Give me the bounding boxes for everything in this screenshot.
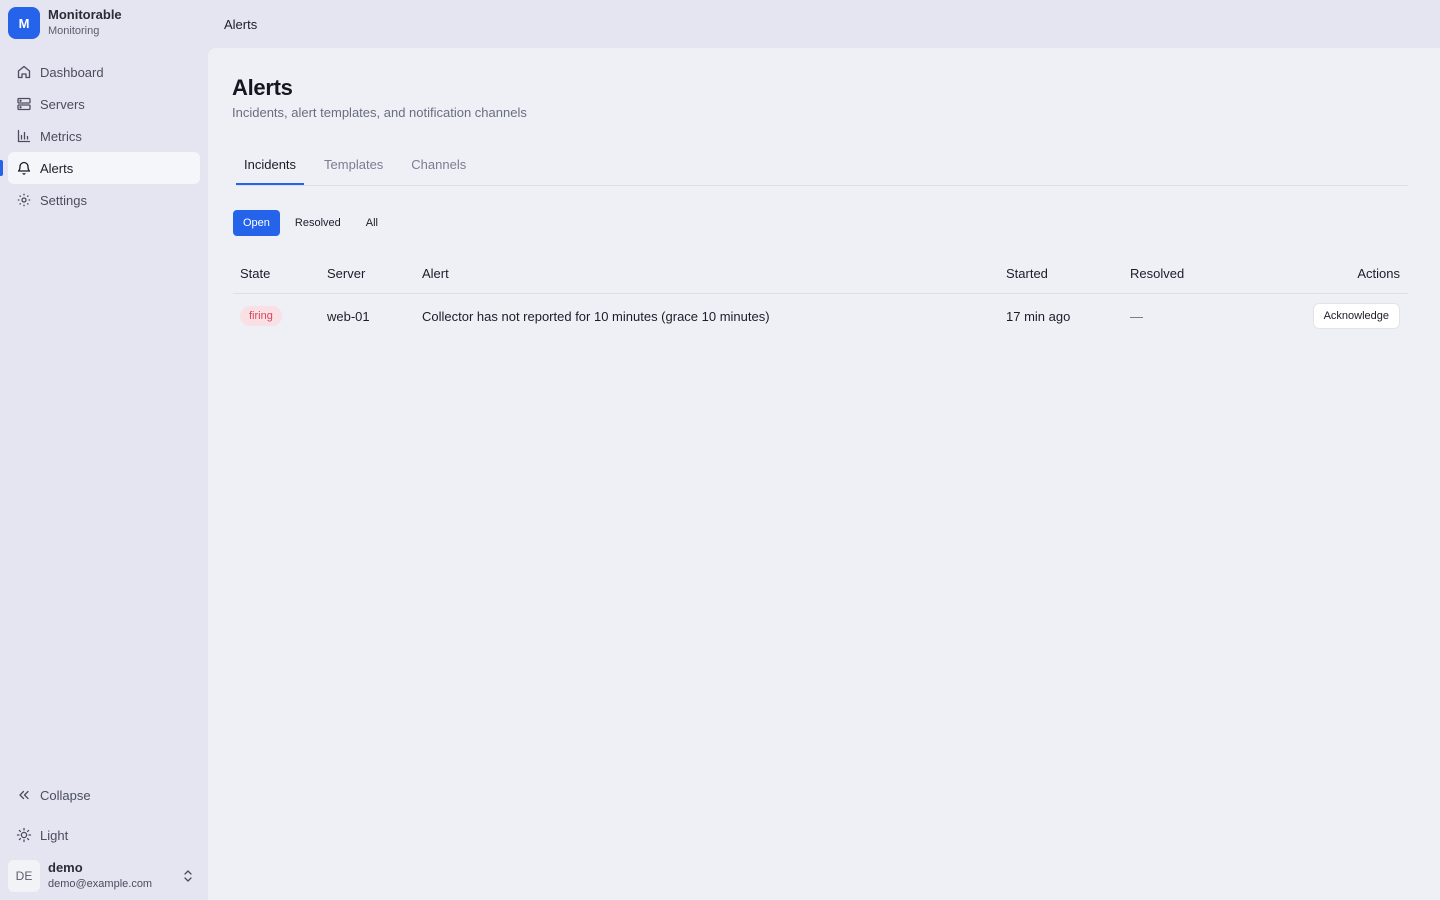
chevrons-up-down-icon	[180, 868, 196, 884]
resolved-cell: —	[1130, 308, 1143, 324]
page-subtitle: Incidents, alert templates, and notifica…	[232, 105, 527, 120]
brand-logo: M	[8, 7, 40, 39]
actions-cell: Acknowledge	[1250, 303, 1408, 329]
header-server[interactable]: Server	[327, 266, 422, 281]
sidebar-item-label: Metrics	[40, 128, 82, 144]
chevrons-left-icon	[16, 787, 32, 803]
sidebar-item-dashboard[interactable]: Dashboard	[8, 56, 200, 88]
user-email: demo@example.com	[48, 878, 153, 890]
tab-incidents[interactable]: Incidents	[236, 148, 305, 185]
sidebar-item-label: Dashboard	[40, 64, 104, 80]
header-state[interactable]: State	[233, 266, 327, 281]
table-header: State Server Alert Started Resolved Acti…	[233, 254, 1408, 294]
server-cell: web-01	[327, 308, 370, 324]
home-icon	[16, 64, 32, 80]
incident-filters: Open Resolved All	[233, 210, 393, 236]
alert-cell: Collector has not reported for 10 minute…	[422, 308, 770, 324]
sidebar-item-label: Alerts	[40, 160, 74, 176]
brand-text: Monitorable Monitoring	[48, 7, 122, 39]
filter-open[interactable]: Open	[233, 210, 280, 236]
page-title: Alerts	[232, 75, 293, 100]
avatar: DE	[8, 860, 40, 892]
brand[interactable]: M Monitorable Monitoring	[8, 7, 122, 39]
header-alert[interactable]: Alert	[422, 266, 1006, 281]
sidebar-item-label: Servers	[40, 96, 85, 112]
table-row: firing web-01 Collector has not reported…	[233, 294, 1408, 338]
sidebar-item-settings[interactable]: Settings	[8, 184, 200, 216]
brand-subtitle: Monitoring	[48, 25, 100, 37]
gear-icon	[16, 192, 32, 208]
tabs: Incidents Templates Channels	[236, 148, 1408, 186]
header-actions: Actions	[1357, 266, 1400, 281]
state-cell: firing	[233, 306, 327, 326]
topbar: Alerts	[208, 0, 1440, 48]
active-indicator	[0, 160, 3, 176]
user-name: demo	[48, 860, 83, 875]
collapse-label: Collapse	[40, 787, 91, 803]
sidebar-item-alerts[interactable]: Alerts	[0, 152, 200, 184]
user-text: demo demo@example.com	[48, 860, 180, 892]
sidebar-item-label: Settings	[40, 192, 87, 208]
status-badge: firing	[240, 306, 282, 326]
sidebar-item-servers[interactable]: Servers	[8, 88, 200, 120]
theme-label: Light	[40, 827, 69, 843]
acknowledge-button[interactable]: Acknowledge	[1312, 303, 1400, 329]
main-content: Alerts Incidents, alert templates, and n…	[208, 48, 1440, 900]
collapse-button[interactable]: Collapse	[8, 779, 200, 811]
filter-all[interactable]: All	[356, 210, 388, 236]
bell-icon	[16, 160, 32, 176]
brand-name: Monitorable	[48, 7, 122, 22]
started-cell: 17 min ago	[1006, 308, 1071, 324]
server-icon	[16, 96, 32, 112]
sidebar-nav: Dashboard Servers Metrics Alerts Setting…	[0, 56, 200, 216]
filter-resolved[interactable]: Resolved	[285, 210, 351, 236]
header-resolved[interactable]: Resolved	[1130, 266, 1250, 281]
tab-templates[interactable]: Templates	[316, 148, 391, 185]
bar-chart-icon	[16, 128, 32, 144]
breadcrumb: Alerts	[224, 16, 258, 32]
theme-toggle[interactable]: Light	[8, 819, 200, 851]
tab-channels[interactable]: Channels	[403, 148, 474, 185]
sidebar-item-metrics[interactable]: Metrics	[8, 120, 200, 152]
sun-icon	[16, 827, 32, 843]
incidents-table: State Server Alert Started Resolved Acti…	[233, 254, 1408, 338]
header-started[interactable]: Started	[1006, 266, 1130, 281]
sidebar: M Monitorable Monitoring Dashboard Serve…	[0, 0, 208, 900]
user-menu[interactable]: DE demo demo@example.com	[8, 859, 200, 893]
